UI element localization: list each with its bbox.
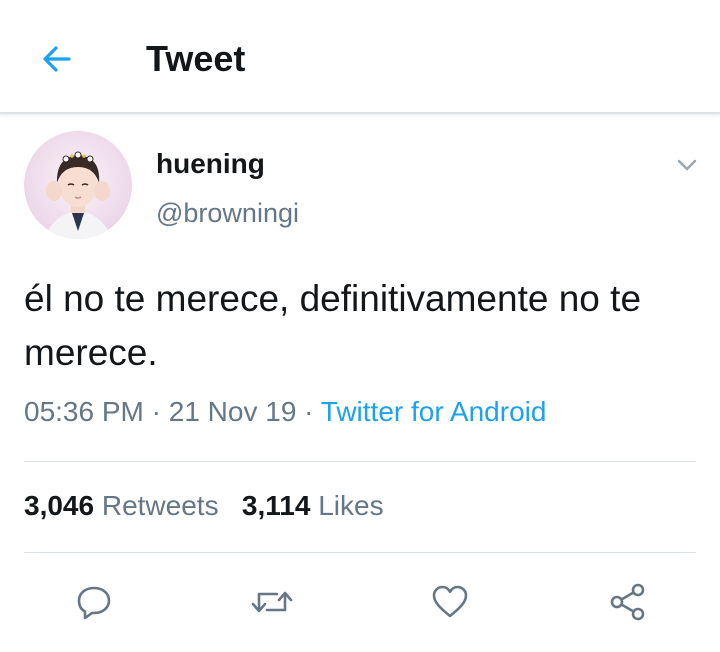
heart-icon xyxy=(432,585,468,618)
chevron-down-icon xyxy=(677,159,697,171)
likes-label: Likes xyxy=(318,490,384,521)
tweet-time: 05:36 PM xyxy=(24,396,144,427)
avatar[interactable] xyxy=(24,131,132,239)
share-icon xyxy=(610,583,645,621)
retweets-stat[interactable]: 3,046 Retweets xyxy=(24,490,226,521)
tweet-meta: 05:36 PM · 21 Nov 19 · Twitter for Andro… xyxy=(24,396,546,428)
retweet-icon xyxy=(251,591,293,613)
back-button[interactable] xyxy=(34,36,80,82)
profile-photo xyxy=(24,131,132,239)
tweet-actions-bar xyxy=(0,572,720,632)
tweet-date: 21 Nov 19 xyxy=(168,396,297,427)
retweet-button[interactable] xyxy=(248,578,296,626)
arrow-left-icon xyxy=(43,46,71,72)
like-button[interactable] xyxy=(426,578,474,626)
retweets-count: 3,046 xyxy=(24,490,95,521)
divider xyxy=(24,552,696,553)
page-title: Tweet xyxy=(146,38,246,79)
tweet-source-link[interactable]: Twitter for Android xyxy=(321,396,547,427)
author-display-name[interactable]: huening xyxy=(156,148,265,180)
meta-separator: · xyxy=(151,396,161,427)
share-button[interactable] xyxy=(604,578,652,626)
tweet-menu-button[interactable] xyxy=(672,150,702,180)
author-handle[interactable]: @browningi xyxy=(156,198,299,229)
meta-separator: · xyxy=(304,396,314,427)
tweet-text: él no te merece, definitivamente no te m… xyxy=(24,278,642,373)
retweets-label: Retweets xyxy=(101,490,219,521)
likes-count: 3,114 xyxy=(241,490,311,521)
reply-icon xyxy=(77,586,111,620)
divider xyxy=(24,461,696,462)
likes-stat[interactable]: 3,114 Likes xyxy=(242,490,384,521)
reply-button[interactable] xyxy=(70,578,118,626)
top-app-bar: Tweet xyxy=(0,0,720,114)
tweet-stats: 3,046 Retweets 3,114 Likes xyxy=(24,490,384,522)
